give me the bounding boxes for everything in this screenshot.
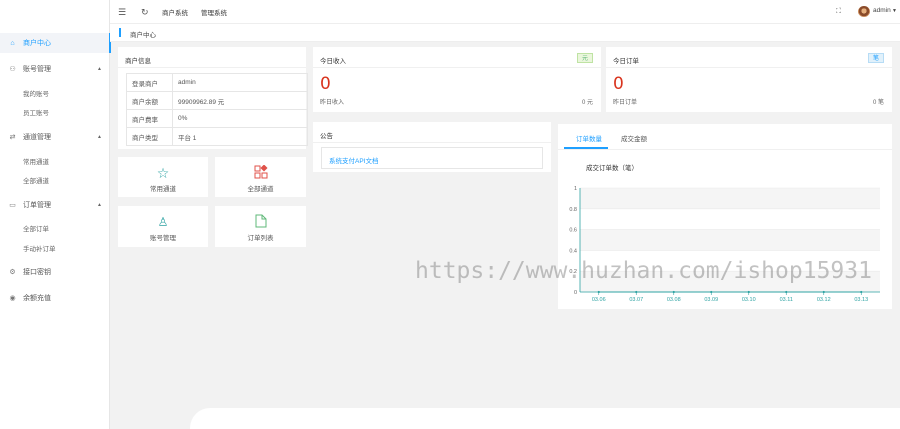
x-tick-label: 03.10 [742, 297, 756, 303]
data-point [597, 290, 600, 294]
card-title: 商户信息 [125, 58, 151, 65]
sidebar-item-label: 余额充值 [23, 295, 51, 302]
chart-band [580, 188, 880, 209]
y-tick-label: 0.4 [569, 248, 577, 254]
order-icon: ▭ [9, 202, 16, 209]
table-row: 商户类型 平台 1 [126, 127, 308, 146]
watermark-text: https://www.huzhan.com/ishop15931 [415, 258, 872, 284]
sidebar-item-recharge[interactable]: ◉ 余额充值 [0, 288, 110, 308]
x-tick-label: 03.07 [629, 297, 643, 303]
sidebar-subitem-manual-order[interactable]: 手动补订单 [0, 240, 110, 256]
data-point [710, 290, 713, 294]
star-icon: ☆ [156, 165, 170, 181]
unit-badge: 元 [576, 53, 593, 63]
chevron-up-icon: ▲ [97, 134, 102, 140]
data-point [747, 290, 750, 294]
data-point [822, 290, 825, 294]
key-icon: ⚙ [9, 269, 16, 276]
x-tick-label: 03.08 [667, 297, 681, 303]
shortcut-order-list[interactable]: 订单列表 [215, 206, 306, 247]
x-tick-label: 03.11 [780, 297, 793, 303]
breadcrumb-bar: 商户中心 [110, 24, 900, 42]
sidebar-subitem-staff-account[interactable]: 员工账号 [0, 104, 110, 120]
yesterday-orders-value: 0 笔 [872, 100, 884, 106]
merchant-info-card: 商户信息 登录商户 admin 商户余额 99909962.89 元 商户费率 0% … [118, 47, 308, 149]
sidebar-item-label: 接口密钥 [23, 269, 51, 276]
card-title: 今日收入 [320, 58, 346, 65]
shortcut-all-channel[interactable]: 全部通道 [215, 157, 306, 197]
fullscreen-icon[interactable]: ⛶ [836, 6, 841, 18]
breadcrumb: 商户中心 [130, 32, 156, 39]
yesterday-income-value: 0 元 [581, 100, 593, 106]
home-icon: ⌂ [10, 39, 15, 47]
file-icon [215, 214, 306, 231]
avatar[interactable] [858, 6, 870, 17]
top-header: ☰ ↻ 商户系统 管理系统 ⛶ admin ▼ [110, 0, 900, 24]
card-title: 公告 [320, 133, 333, 140]
menu-icon[interactable]: ☰ [118, 6, 126, 18]
y-tick-label: 1 [574, 186, 577, 192]
sidebar-item-merchant-center[interactable]: ⌂ 商户中心 [0, 33, 111, 53]
shortcut-common-channel[interactable]: ☆ 常用通道 [118, 157, 208, 197]
refresh-icon[interactable]: ↻ [141, 6, 149, 18]
chart-band [580, 229, 880, 251]
sidebar-subitem-all-orders[interactable]: 全部订单 [0, 220, 110, 236]
channel-icon: ⇄ [9, 134, 16, 141]
wallet-icon: ◉ [9, 295, 16, 302]
unit-badge: 笔 [867, 53, 884, 63]
x-tick-label: 03.13 [854, 297, 868, 303]
sidebar-item-label: 账号管理 [23, 66, 51, 73]
data-point [635, 290, 638, 294]
yesterday-income-label: 昨日收入 [320, 100, 345, 106]
sidebar-item-order[interactable]: ▭ 订单管理 ▲ [0, 195, 110, 215]
notice-card: 公告 系统支付API文档 [313, 122, 551, 172]
sidebar-item-label: 商户中心 [23, 40, 51, 47]
shortcut-account-manage[interactable]: ♙ 账号管理 [118, 206, 208, 247]
y-tick-label: 0 [574, 290, 577, 296]
data-point [672, 290, 675, 294]
chevron-up-icon: ▲ [97, 202, 102, 208]
sidebar-item-label: 订单管理 [23, 202, 51, 209]
sidebar-item-label: 通道管理 [23, 134, 51, 141]
today-income-value: 0 [320, 74, 331, 94]
table-row: 商户余额 99909962.89 元 [126, 91, 308, 110]
data-point [860, 290, 863, 294]
notice-link-api-doc[interactable]: 系统支付API文档 [329, 155, 378, 165]
x-tick-label: 03.12 [817, 297, 831, 303]
chevron-up-icon: ▲ [97, 66, 102, 72]
caret-down-icon[interactable]: ▼ [892, 8, 897, 14]
table-row: 商户费率 0% [126, 109, 308, 128]
username[interactable]: admin [873, 7, 891, 14]
tab-admin-system[interactable]: 管理系统 [201, 7, 227, 17]
sidebar-subitem-all-channel[interactable]: 全部通道 [0, 172, 110, 188]
y-tick-label: 0.8 [569, 207, 577, 213]
table-row: 登录商户 admin [126, 73, 308, 92]
y-tick-label: 0.6 [569, 228, 577, 234]
merchant-info-table: 登录商户 admin 商户余额 99909962.89 元 商户费率 0% 商户类型平… [126, 73, 308, 146]
x-tick-label: 03.06 [592, 297, 606, 303]
yesterday-orders-label: 昨日订单 [613, 100, 638, 106]
user-icon: ⚇ [9, 66, 16, 73]
notice-list: 系统支付API文档 [321, 147, 543, 169]
sidebar: ⌂ 商户中心 ⚇ 账号管理 ▲ 我的账号 员工账号 ⇄ 通道管理 ▲ 常用通道 … [0, 0, 111, 429]
x-tick-label: 03.09 [704, 297, 718, 303]
today-income-card: 今日收入 元 0 昨日收入 0 元 [313, 47, 601, 112]
card-title: 今日订单 [613, 58, 639, 65]
sidebar-subitem-my-account[interactable]: 我的账号 [0, 85, 110, 101]
today-orders-value: 0 [613, 74, 624, 94]
sidebar-item-channel[interactable]: ⇄ 通道管理 ▲ [0, 127, 110, 147]
data-point [785, 290, 788, 294]
sidebar-item-account[interactable]: ⚇ 账号管理 ▲ [0, 59, 110, 79]
grid-icon [215, 164, 306, 182]
user-outline-icon: ♙ [157, 215, 169, 229]
today-orders-card: 今日订单 笔 0 昨日订单 0 笔 [606, 47, 892, 112]
sidebar-subitem-common-channel[interactable]: 常用通道 [0, 153, 110, 169]
sidebar-item-api-key[interactable]: ⚙ 接口密钥 [0, 262, 110, 282]
tab-merchant-system[interactable]: 商户系统 [162, 7, 188, 17]
